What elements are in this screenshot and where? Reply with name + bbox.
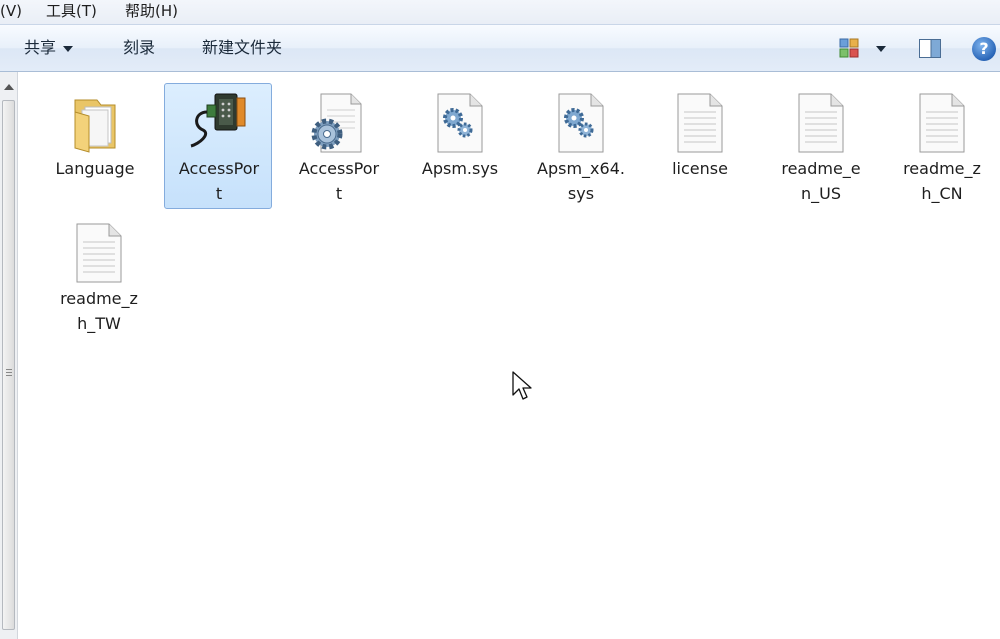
file-item-label: AccessPor t <box>298 159 380 203</box>
file-item-readme-zh-cn[interactable]: readme_z h_CN <box>887 83 995 209</box>
scrollbar-thumb[interactable] <box>2 100 15 630</box>
file-item-license[interactable]: license <box>645 83 753 209</box>
burn-button[interactable]: 刻录 <box>123 37 155 59</box>
file-item-label: Apsm.sys <box>421 159 499 178</box>
file-item-label: readme_e n_US <box>781 159 861 203</box>
file-item-label: Language <box>55 159 135 178</box>
file-item-readme-en-us[interactable]: readme_e n_US <box>766 83 874 209</box>
vertical-scrollbar[interactable] <box>0 72 18 639</box>
file-item-apsm-x64-sys[interactable]: Apsm_x64. sys <box>526 83 634 209</box>
share-button-label: 共享 <box>24 38 57 57</box>
views-dropdown-arrow-icon[interactable] <box>876 46 886 52</box>
text-file-icon <box>919 93 965 153</box>
system-file-icon <box>558 93 604 153</box>
file-item-label: readme_z h_TW <box>60 289 138 333</box>
menu-bar: (V) 工具(T) 帮助(H) <box>0 0 1000 24</box>
chevron-down-icon <box>63 45 74 52</box>
grip-icon <box>6 369 12 370</box>
command-bar: 共享 刻录 新建文件夹 ? <box>0 24 1000 72</box>
folder-icon <box>74 99 116 153</box>
help-icon[interactable]: ? <box>972 37 996 61</box>
share-button[interactable]: 共享 <box>24 37 74 59</box>
menu-help[interactable]: 帮助(H) <box>125 0 178 22</box>
preview-pane-icon[interactable] <box>919 39 941 58</box>
burn-button-label: 刻录 <box>123 38 156 57</box>
file-item-apsm-sys[interactable]: Apsm.sys <box>405 83 513 209</box>
text-file-icon <box>798 93 844 153</box>
file-item-readme-zh-tw[interactable]: readme_z h_TW <box>44 213 152 339</box>
config-file-icon <box>311 93 362 153</box>
menu-view[interactable]: (V) <box>0 0 22 22</box>
text-file-icon <box>76 223 122 283</box>
file-item-label: AccessPor t <box>178 159 260 203</box>
file-item-label: Apsm_x64. sys <box>537 159 625 203</box>
file-list-view[interactable]: Language AccessPor t AccessPor t Apsm.sy… <box>18 72 1000 639</box>
scroll-up-arrow-icon[interactable] <box>4 84 14 90</box>
file-item-accessport-config[interactable]: AccessPor t <box>284 83 392 209</box>
file-item-language[interactable]: Language <box>40 83 148 209</box>
system-file-icon <box>437 93 483 153</box>
file-item-accessport-exe[interactable]: AccessPor t <box>164 83 272 209</box>
mouse-cursor-icon <box>512 371 532 400</box>
text-file-icon <box>677 93 723 153</box>
serial-port-app-icon <box>190 93 246 148</box>
file-item-label: readme_z h_CN <box>903 159 981 203</box>
file-item-label: license <box>672 159 728 178</box>
menu-tools[interactable]: 工具(T) <box>46 0 97 22</box>
views-icon[interactable] <box>839 38 859 58</box>
new-folder-button[interactable]: 新建文件夹 <box>202 37 282 59</box>
new-folder-button-label: 新建文件夹 <box>202 38 283 57</box>
